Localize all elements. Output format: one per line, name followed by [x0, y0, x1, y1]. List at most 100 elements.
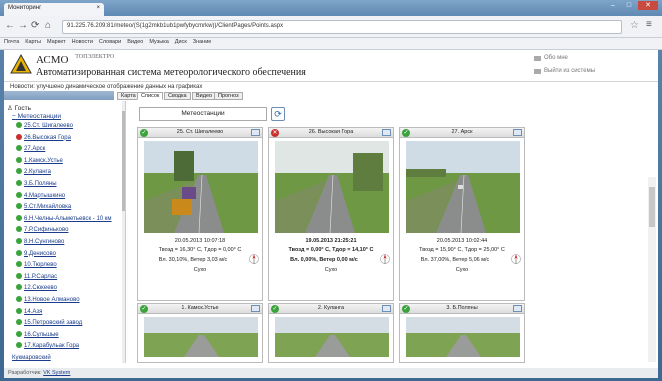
- tree-root[interactable]: ♙ Гость: [7, 104, 31, 112]
- minimize-icon[interactable]: –: [606, 1, 620, 10]
- sidebar-station-label: 15.Петровский завод: [24, 320, 83, 327]
- page-tabs: Карта Список Сводка Видео Прогноз: [4, 91, 658, 100]
- address-bar[interactable]: 91.225.76.209:81/meteo/(S(1g2mkb1ub1pwfy…: [62, 20, 622, 34]
- tab-summary[interactable]: Сводка: [164, 92, 191, 100]
- sidebar-station-item[interactable]: 8.Н.Сунгиново: [16, 238, 64, 245]
- ok-status-icon: ✓: [402, 129, 410, 137]
- camera-photo[interactable]: [275, 141, 389, 233]
- maximize-icon[interactable]: □: [622, 1, 636, 10]
- main-scrollbar[interactable]: [648, 177, 656, 362]
- collapse-icon: −: [12, 113, 16, 120]
- sidebar-station-item[interactable]: 7.Р.Сифиньково: [16, 226, 68, 233]
- camera-photo[interactable]: [406, 317, 520, 357]
- camera-icon[interactable]: [382, 305, 391, 312]
- bookmark-item[interactable]: Новости: [72, 39, 93, 48]
- bookmark-item[interactable]: Знание: [193, 39, 212, 48]
- developer-link[interactable]: VK System: [43, 370, 70, 376]
- sidebar-station-item[interactable]: 11.Р.Сарлас: [16, 272, 57, 280]
- station-card[interactable]: ✓ 27. Арск 20.05.2013 10:02:44 Твозд = 15,9…: [399, 127, 525, 301]
- station-card[interactable]: ✓ 3. Б.Поляны: [399, 303, 525, 363]
- ok-status-icon: [16, 180, 22, 186]
- sidebar-station-item[interactable]: 5.Ст.Михайловка: [16, 203, 71, 210]
- tab-video[interactable]: Видео: [192, 92, 217, 100]
- sidebar-station-item[interactable]: 6.Н.Челны-Альметьевск - 10 км: [16, 214, 112, 222]
- tab-forecast[interactable]: Прогноз: [214, 92, 243, 100]
- close-window-icon[interactable]: ✕: [638, 1, 658, 10]
- sidebar-station-label: 6.Н.Челны-Альметьевск - 10 км: [24, 215, 112, 222]
- menu-icon[interactable]: ≡: [646, 19, 652, 30]
- sidebar-station-item[interactable]: 4.Мартышкино: [16, 191, 66, 199]
- sidebar-scroll-thumb[interactable]: [122, 111, 125, 211]
- sidebar-station-item[interactable]: 27.Арск: [16, 145, 45, 152]
- tree-branch[interactable]: − Метеостанции: [12, 113, 61, 120]
- camera-photo[interactable]: [275, 317, 389, 357]
- station-temperatures: Твозд = 0,00° С, Тдор = 14,10° С: [288, 247, 374, 253]
- station-card[interactable]: ✕ 26. Высокая Гора 19.05.2013 21:25:21 Твоз…: [268, 127, 394, 301]
- sidebar-station-label: 16.Сульшые: [24, 331, 59, 338]
- home-icon[interactable]: ⌂: [45, 20, 51, 31]
- ok-status-icon: [16, 272, 22, 279]
- sidebar-station-item[interactable]: 9.Денисово: [16, 249, 56, 257]
- reload-icon[interactable]: ⟳: [31, 20, 39, 31]
- stations-sidebar: ♙ Гость − Метеостанции 25.Ст. Шигалеево 2…: [4, 101, 126, 363]
- sidebar-station-item[interactable]: 10.Тюрлево: [16, 261, 57, 268]
- sidebar-station-item[interactable]: 3.Б.Поляны: [16, 180, 57, 187]
- station-card-title: 26. Высокая Гора: [308, 129, 354, 135]
- about-link[interactable]: Обо мне: [532, 52, 656, 65]
- bookmark-item[interactable]: Карты: [25, 39, 41, 48]
- camera-icon[interactable]: [251, 305, 260, 312]
- station-card[interactable]: ✓ 2. Куланга: [268, 303, 394, 363]
- sidebar-station-label: Кукмаровский: [12, 355, 51, 361]
- bookmark-item[interactable]: Словари: [99, 39, 121, 48]
- sidebar-station-item[interactable]: 26.Высокая Гора: [16, 133, 71, 141]
- forward-icon[interactable]: →: [18, 20, 28, 31]
- camera-icon[interactable]: [513, 129, 522, 136]
- sidebar-station-label: 8.Н.Сунгиново: [24, 239, 65, 245]
- sidebar-station-item[interactable]: 17.Карабульак Гора: [16, 342, 79, 349]
- tree-branch-label: Метеостанции: [17, 113, 61, 120]
- camera-icon[interactable]: [251, 129, 260, 136]
- logout-link[interactable]: Выйти из системы: [532, 65, 656, 78]
- close-tab-icon[interactable]: ×: [96, 5, 100, 11]
- station-card-title: 27. Арск: [451, 129, 473, 135]
- bookmark-star-icon[interactable]: ☆: [630, 20, 639, 31]
- refresh-icon[interactable]: ⟳: [271, 107, 285, 121]
- camera-photo[interactable]: [144, 141, 258, 233]
- ok-status-icon: ✓: [402, 305, 410, 313]
- bookmark-item[interactable]: Музыка: [149, 39, 168, 48]
- camera-icon[interactable]: [513, 305, 522, 312]
- sidebar-station-item[interactable]: 15.Петровский завод: [16, 319, 82, 326]
- sidebar-station-item[interactable]: 2.Куланга: [16, 168, 51, 175]
- sidebar-station-item[interactable]: 1.Камск.Устье: [16, 156, 63, 164]
- sidebar-station-label: 5.Ст.Михайловка: [24, 204, 72, 211]
- sidebar-station-item[interactable]: 12.Сюкеево: [16, 284, 57, 291]
- sidebar-station-label: 4.Мартышкино: [24, 192, 66, 199]
- station-card-header: ✓ 25. Ст. Шигалеево: [138, 128, 262, 138]
- back-icon[interactable]: ←: [5, 20, 15, 31]
- browser-tab[interactable]: Мониторинг ×: [4, 3, 104, 16]
- station-card[interactable]: ✓ 1. Камск.Устье: [137, 303, 263, 363]
- station-card[interactable]: ✓ 25. Ст. Шигалеево 20.05.2013 10:07:18 Тво…: [137, 127, 263, 301]
- sidebar-station-item[interactable]: 14.Азя: [16, 307, 42, 315]
- ok-status-icon: [16, 330, 22, 337]
- camera-photo[interactable]: [406, 141, 520, 233]
- sidebar-scrollbar[interactable]: [122, 101, 125, 363]
- ok-status-icon: [16, 191, 22, 198]
- sidebar-station-item[interactable]: 25.Ст. Шигалеево: [16, 122, 73, 129]
- bookmark-item[interactable]: Почта: [4, 39, 19, 48]
- bookmark-item[interactable]: Диск: [175, 39, 187, 48]
- station-timestamp: 20.05.2013 10:07:18: [174, 238, 226, 244]
- bookmark-item[interactable]: Маркет: [47, 39, 66, 48]
- sidebar-station-item[interactable]: Кукмаровский: [10, 354, 51, 361]
- main-scroll-thumb[interactable]: [649, 187, 655, 227]
- sidebar-station-item[interactable]: 16.Сульшые: [16, 330, 59, 338]
- tab-list[interactable]: Список: [137, 92, 164, 100]
- footer-label: Разработчик:: [8, 370, 42, 376]
- sidebar-station-label: 3.Б.Поляны: [24, 181, 57, 187]
- camera-icon[interactable]: [382, 129, 391, 136]
- camera-photo[interactable]: [144, 317, 258, 357]
- stations-selector[interactable]: Метеостанции: [139, 107, 267, 121]
- sidebar-station-item[interactable]: 13.Новое Алманово: [16, 296, 80, 303]
- bookmark-item[interactable]: Видео: [127, 39, 143, 48]
- app-logo-text: АСМО: [36, 54, 69, 66]
